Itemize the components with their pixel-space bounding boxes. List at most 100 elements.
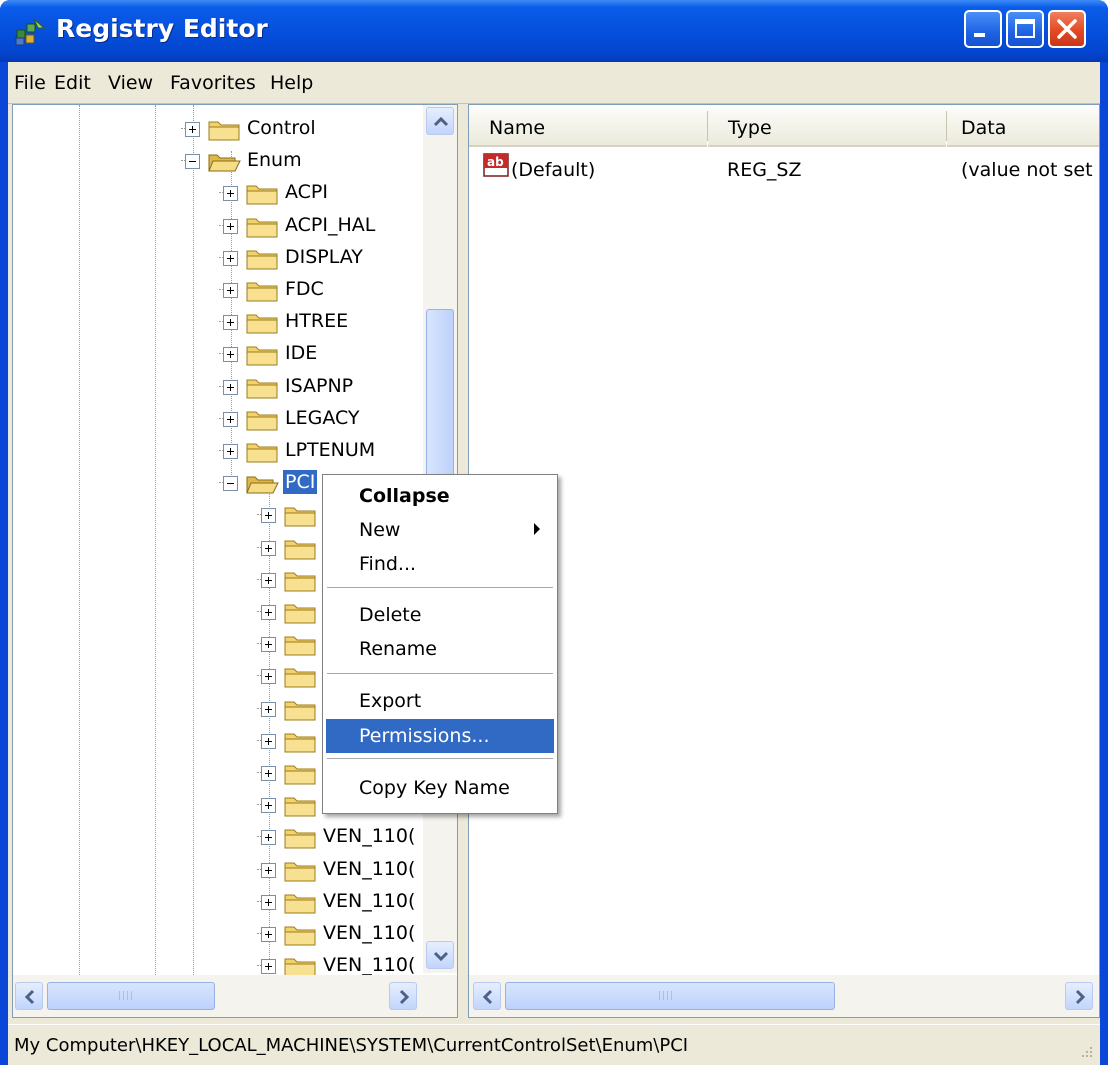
- resize-grip-icon[interactable]: [1078, 1045, 1094, 1061]
- chevron-right-icon: [399, 989, 410, 1005]
- menu-file[interactable]: File: [14, 72, 46, 94]
- tree-horizontal-scrollbar[interactable]: ||||: [13, 975, 457, 1017]
- scroll-down-button[interactable]: [426, 941, 454, 969]
- scroll-up-button[interactable]: [426, 107, 454, 135]
- tree-node[interactable]: IDE: [13, 338, 423, 370]
- column-header-type[interactable]: Type: [708, 105, 946, 147]
- tree-node[interactable]: VEN_110(: [13, 918, 423, 950]
- expand-icon[interactable]: [261, 830, 276, 846]
- menu-favorites[interactable]: Favorites: [170, 72, 256, 94]
- minimize-button[interactable]: [964, 10, 1002, 48]
- expand-icon[interactable]: [261, 927, 276, 942]
- expand-icon[interactable]: [223, 444, 238, 459]
- menu-edit[interactable]: Edit: [54, 72, 91, 94]
- scroll-left-button[interactable]: [15, 982, 43, 1010]
- folder-icon: [208, 121, 240, 141]
- expand-icon[interactable]: [261, 766, 276, 781]
- column-header-label: Type: [728, 117, 772, 139]
- menu-item-permissions[interactable]: Permissions...: [326, 719, 554, 753]
- collapse-icon[interactable]: [223, 476, 238, 492]
- scroll-thumb[interactable]: ||||: [47, 982, 215, 1010]
- value-type: REG_SZ: [727, 159, 802, 181]
- menu-item-rename[interactable]: Rename: [326, 632, 554, 666]
- folder-icon: [284, 926, 316, 946]
- expand-icon[interactable]: [261, 798, 276, 814]
- expand-icon[interactable]: [223, 315, 238, 331]
- menu-item-copy-key-name[interactable]: Copy Key Name: [326, 771, 554, 805]
- menu-item-export[interactable]: Export: [326, 684, 554, 718]
- scroll-right-button[interactable]: [1065, 982, 1093, 1010]
- title-bar[interactable]: Registry Editor: [0, 0, 1108, 62]
- tree-node-label: VEN_110(: [323, 954, 416, 977]
- expand-icon[interactable]: [223, 250, 238, 266]
- chevron-down-icon: [433, 951, 449, 962]
- column-header-name[interactable]: Name: [469, 105, 707, 147]
- expand-icon[interactable]: [223, 186, 238, 202]
- expand-icon[interactable]: [261, 669, 276, 685]
- menu-item-collapse[interactable]: Collapse: [326, 479, 554, 513]
- tree-node[interactable]: HTREE: [13, 306, 423, 338]
- tree-node-label: LEGACY: [285, 406, 360, 429]
- tree-node[interactable]: ISAPNP: [13, 371, 423, 403]
- maximize-button[interactable]: [1006, 10, 1044, 48]
- menu-view[interactable]: View: [108, 72, 153, 94]
- tree-node[interactable]: FDC: [13, 274, 423, 306]
- tree-node[interactable]: Control: [13, 113, 423, 145]
- folder-icon: [246, 346, 278, 366]
- scroll-right-button[interactable]: [389, 982, 417, 1010]
- menu-separator: [327, 758, 553, 759]
- menu-item-new[interactable]: New: [326, 513, 554, 547]
- scroll-thumb[interactable]: ||||: [505, 982, 835, 1010]
- scroll-left-button[interactable]: [473, 982, 501, 1010]
- tree-node[interactable]: Enum: [13, 145, 423, 177]
- expand-icon[interactable]: [223, 283, 238, 298]
- tree-node[interactable]: LEGACY: [13, 403, 423, 435]
- values-horizontal-scrollbar[interactable]: ||||: [469, 975, 1099, 1017]
- tree-node[interactable]: ACPI_HAL: [13, 210, 423, 242]
- minimize-icon: [974, 33, 985, 37]
- expand-icon[interactable]: [261, 540, 276, 556]
- status-bar: My Computer\HKEY_LOCAL_MACHINE\SYSTEM\Cu…: [8, 1024, 1100, 1065]
- values-pane[interactable]: Name Type Data ab (Default) REG_SZ (valu…: [468, 104, 1100, 1018]
- folder-icon: [284, 507, 316, 527]
- menu-item-label: Copy Key Name: [359, 777, 510, 799]
- folder-icon: [284, 894, 316, 914]
- tree-node-label: VEN_110(: [323, 922, 416, 944]
- close-button[interactable]: [1048, 10, 1086, 48]
- expand-icon[interactable]: [261, 605, 276, 620]
- tree-node[interactable]: ACPI: [13, 177, 423, 209]
- column-header-label: Data: [961, 117, 1007, 139]
- expand-icon[interactable]: [261, 733, 276, 749]
- chevron-left-icon: [24, 989, 35, 1005]
- tree-node-label: VEN_110(: [323, 825, 416, 848]
- tree-node[interactable]: VEN_110(: [13, 821, 423, 853]
- folder-icon: [246, 185, 278, 205]
- expand-icon[interactable]: [185, 122, 200, 137]
- expand-icon[interactable]: [261, 701, 276, 717]
- menu-item-label: Delete: [359, 604, 422, 626]
- expand-icon[interactable]: [261, 637, 276, 653]
- tree-node-label: ISAPNP: [285, 374, 354, 397]
- expand-icon[interactable]: [261, 959, 276, 975]
- menu-help[interactable]: Help: [270, 72, 313, 94]
- tree-node[interactable]: VEN_110(: [13, 854, 423, 886]
- collapse-icon[interactable]: [185, 154, 200, 170]
- expand-icon[interactable]: [261, 862, 276, 878]
- expand-icon[interactable]: [261, 508, 276, 524]
- menu-item-label: Export: [359, 690, 422, 712]
- expand-icon[interactable]: [261, 894, 276, 910]
- expand-icon[interactable]: [223, 218, 238, 234]
- tree-node[interactable]: DISPLAY: [13, 242, 423, 274]
- expand-icon[interactable]: [223, 379, 238, 395]
- column-header-data[interactable]: Data: [947, 105, 1099, 147]
- tree-node[interactable]: VEN_110(: [13, 886, 423, 918]
- menu-item-find[interactable]: Find...: [326, 547, 554, 581]
- menu-item-label: Collapse: [359, 485, 450, 507]
- status-path: My Computer\HKEY_LOCAL_MACHINE\SYSTEM\Cu…: [14, 1035, 689, 1056]
- expand-icon[interactable]: [223, 411, 238, 427]
- folder-icon: [246, 250, 278, 270]
- tree-node[interactable]: LPTENUM: [13, 435, 423, 467]
- expand-icon[interactable]: [223, 347, 238, 363]
- menu-item-delete[interactable]: Delete: [326, 598, 554, 632]
- expand-icon[interactable]: [261, 572, 276, 588]
